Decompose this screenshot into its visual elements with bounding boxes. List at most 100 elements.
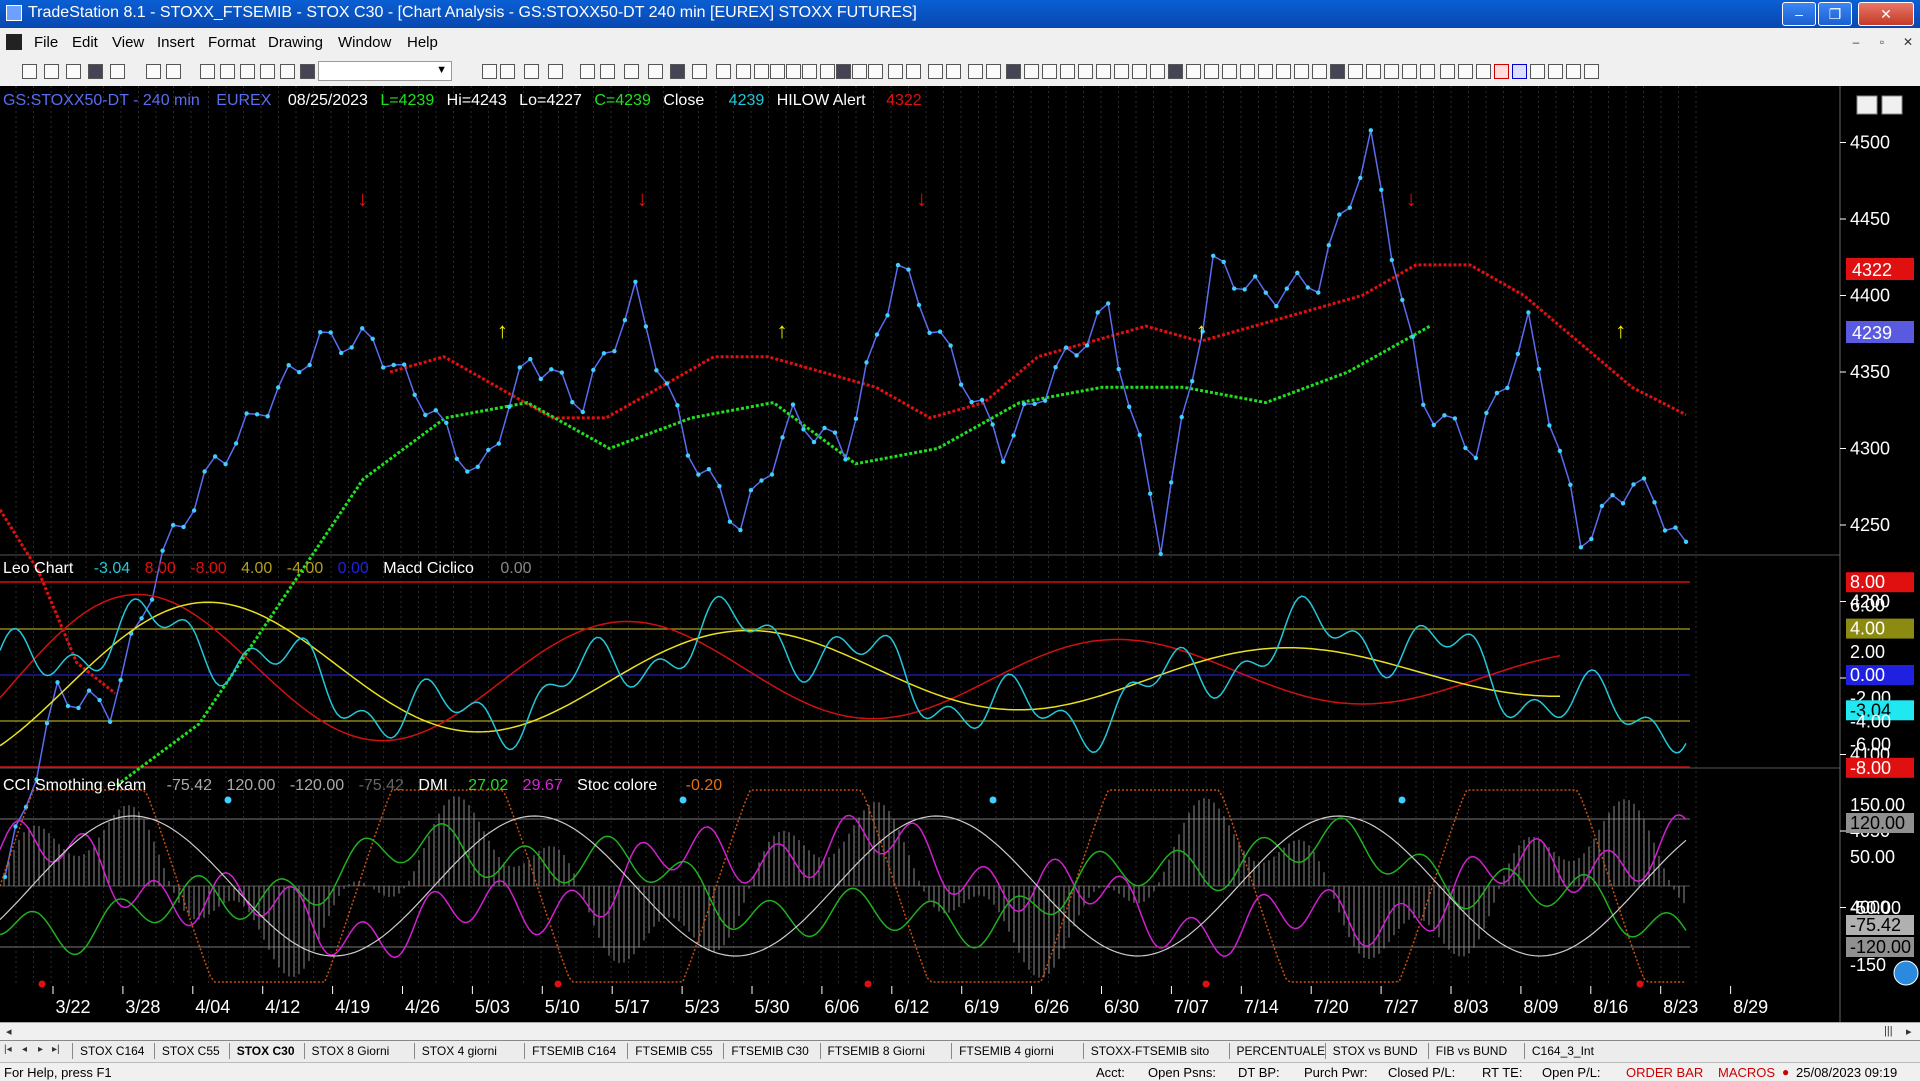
workspace-tab[interactable]: FTSEMIB C164 <box>532 1044 616 1058</box>
toolbar-tool-icon[interactable] <box>868 64 883 79</box>
toolbar-tool-icon[interactable] <box>1548 64 1563 79</box>
toolbar-tool-icon[interactable] <box>1168 64 1183 79</box>
toolbar-tool-icon[interactable] <box>692 64 707 79</box>
workspace-tab[interactable]: STOX vs BUND <box>1333 1044 1418 1058</box>
toolbar-tool-icon[interactable] <box>1060 64 1075 79</box>
toolbar-tool-icon[interactable] <box>1440 64 1455 79</box>
toolbar-tool-icon[interactable] <box>852 64 867 79</box>
toolbar-tool-icon[interactable] <box>1186 64 1201 79</box>
toolbar-tool-icon[interactable] <box>968 64 983 79</box>
toolbar-tool-icon[interactable] <box>548 64 563 79</box>
toolbar-tool-icon[interactable] <box>754 64 769 79</box>
toolbar-tool-icon[interactable] <box>166 64 181 79</box>
menu-view[interactable]: View <box>112 34 144 51</box>
mdi-minimize-button[interactable]: – <box>1846 32 1866 52</box>
toolbar-tool-icon[interactable] <box>1078 64 1093 79</box>
workspace-tab[interactable]: PERCENTUALE <box>1237 1044 1326 1058</box>
scroll-handle-icon[interactable]: ||| <box>1884 1025 1893 1037</box>
tab-first-icon[interactable]: |◂ <box>4 1044 12 1055</box>
toolbar-tool-icon[interactable] <box>580 64 595 79</box>
toolbar-tool-icon[interactable] <box>260 64 275 79</box>
toolbar-tool-icon[interactable] <box>220 64 235 79</box>
mdi-close-button[interactable]: ✕ <box>1898 32 1918 52</box>
macros-button[interactable]: MACROS <box>1718 1065 1775 1080</box>
symbol-combo[interactable]: ▼ <box>318 61 452 81</box>
toolbar-tool-icon[interactable] <box>716 64 731 79</box>
toolbar-tool-icon[interactable] <box>1258 64 1273 79</box>
minimize-button[interactable]: – <box>1782 2 1816 26</box>
toolbar-tool-icon[interactable] <box>624 64 639 79</box>
workspace-tab[interactable]: FTSEMIB 8 Giorni <box>828 1044 925 1058</box>
toolbar-tool-icon[interactable] <box>280 64 295 79</box>
toolbar-tool-icon[interactable] <box>1276 64 1291 79</box>
workspace-tab[interactable]: STOX C55 <box>162 1044 220 1058</box>
toolbar-tool-icon[interactable] <box>1348 64 1363 79</box>
toolbar-tool-icon[interactable] <box>670 64 685 79</box>
toolbar-tool-icon[interactable] <box>524 64 539 79</box>
toolbar-tool-icon[interactable] <box>1512 64 1527 79</box>
menu-drawing[interactable]: Drawing <box>268 34 323 51</box>
toolbar-tool-icon[interactable] <box>1530 64 1545 79</box>
order-bar-button[interactable]: ORDER BAR <box>1626 1065 1703 1080</box>
toolbar-tool-icon[interactable] <box>906 64 921 79</box>
toolbar-tool-icon[interactable] <box>44 64 59 79</box>
toolbar-tool-icon[interactable] <box>240 64 255 79</box>
toolbar-tool-icon[interactable] <box>1584 64 1599 79</box>
toolbar-tool-icon[interactable] <box>1384 64 1399 79</box>
menu-file[interactable]: File <box>34 34 58 51</box>
toolbar-tool-icon[interactable] <box>1566 64 1581 79</box>
tab-next-icon[interactable]: ▸ <box>38 1044 43 1055</box>
scroll-left-icon[interactable]: ◂ <box>6 1025 12 1038</box>
toolbar-tool-icon[interactable] <box>770 64 785 79</box>
toolbar-tool-icon[interactable] <box>648 64 663 79</box>
toolbar-tool-icon[interactable] <box>600 64 615 79</box>
toolbar-tool-icon[interactable] <box>1042 64 1057 79</box>
toolbar-tool-icon[interactable] <box>1402 64 1417 79</box>
toolbar-tool-icon[interactable] <box>928 64 943 79</box>
menu-insert[interactable]: Insert <box>157 34 195 51</box>
toolbar-tool-icon[interactable] <box>802 64 817 79</box>
toolbar-tool-icon[interactable] <box>888 64 903 79</box>
workspace-tab[interactable]: STOX C30 <box>237 1044 295 1058</box>
menu-window[interactable]: Window <box>338 34 391 51</box>
toolbar-tool-icon[interactable] <box>1240 64 1255 79</box>
toolbar-tool-icon[interactable] <box>1150 64 1165 79</box>
menu-edit[interactable]: Edit <box>72 34 98 51</box>
workspace-tab[interactable]: STOX 8 Giorni <box>312 1044 390 1058</box>
toolbar-tool-icon[interactable] <box>66 64 81 79</box>
workspace-tab[interactable]: STOXX-FTSEMIB sito <box>1091 1044 1209 1058</box>
toolbar-tool-icon[interactable] <box>1132 64 1147 79</box>
close-button[interactable]: ✕ <box>1858 2 1914 26</box>
workspace-tab[interactable]: FTSEMIB C55 <box>635 1044 712 1058</box>
toolbar-tool-icon[interactable] <box>1420 64 1435 79</box>
toolbar-tool-icon[interactable] <box>1006 64 1021 79</box>
workspace-tab[interactable]: FTSEMIB C30 <box>731 1044 808 1058</box>
menu-format[interactable]: Format <box>208 34 256 51</box>
workspace-tab[interactable]: FTSEMIB 4 giorni <box>959 1044 1054 1058</box>
subwindow-minimize-button[interactable] <box>1856 95 1878 115</box>
tab-prev-icon[interactable]: ◂ <box>22 1044 27 1055</box>
toolbar-tool-icon[interactable] <box>986 64 1001 79</box>
toolbar-tool-icon[interactable] <box>500 64 515 79</box>
toolbar-tool-icon[interactable] <box>1366 64 1381 79</box>
toolbar-tool-icon[interactable] <box>736 64 751 79</box>
toolbar-tool-icon[interactable] <box>22 64 37 79</box>
toolbar-tool-icon[interactable] <box>200 64 215 79</box>
toolbar-tool-icon[interactable] <box>1494 64 1509 79</box>
toolbar-tool-icon[interactable] <box>946 64 961 79</box>
workspace-tab[interactable]: STOX C164 <box>80 1044 144 1058</box>
toolbar-tool-icon[interactable] <box>482 64 497 79</box>
chart-area[interactable]: ↓ ↓ ↓ ↓ ↑ ↑ ↑ ↑ GS:STOXX50-DT - 240 min EUREX 0… <box>0 86 1920 1022</box>
toolbar-tool-icon[interactable] <box>836 64 851 79</box>
horizontal-scrollbar[interactable]: ◂ ||| ▸ <box>0 1022 1920 1041</box>
toolbar-tool-icon[interactable] <box>88 64 103 79</box>
toolbar-tool-icon[interactable] <box>1096 64 1111 79</box>
toolbar-tool-icon[interactable] <box>1294 64 1309 79</box>
subwindow-restore-button[interactable] <box>1881 95 1903 115</box>
toolbar-tool-icon[interactable] <box>110 64 125 79</box>
scroll-refresh-icon[interactable] <box>1893 960 1919 986</box>
toolbar-tool-icon[interactable] <box>1312 64 1327 79</box>
workspace-tab[interactable]: STOX 4 giorni <box>422 1044 497 1058</box>
toolbar-tool-icon[interactable] <box>300 64 315 79</box>
mdi-restore-button[interactable]: ▫ <box>1872 32 1892 52</box>
